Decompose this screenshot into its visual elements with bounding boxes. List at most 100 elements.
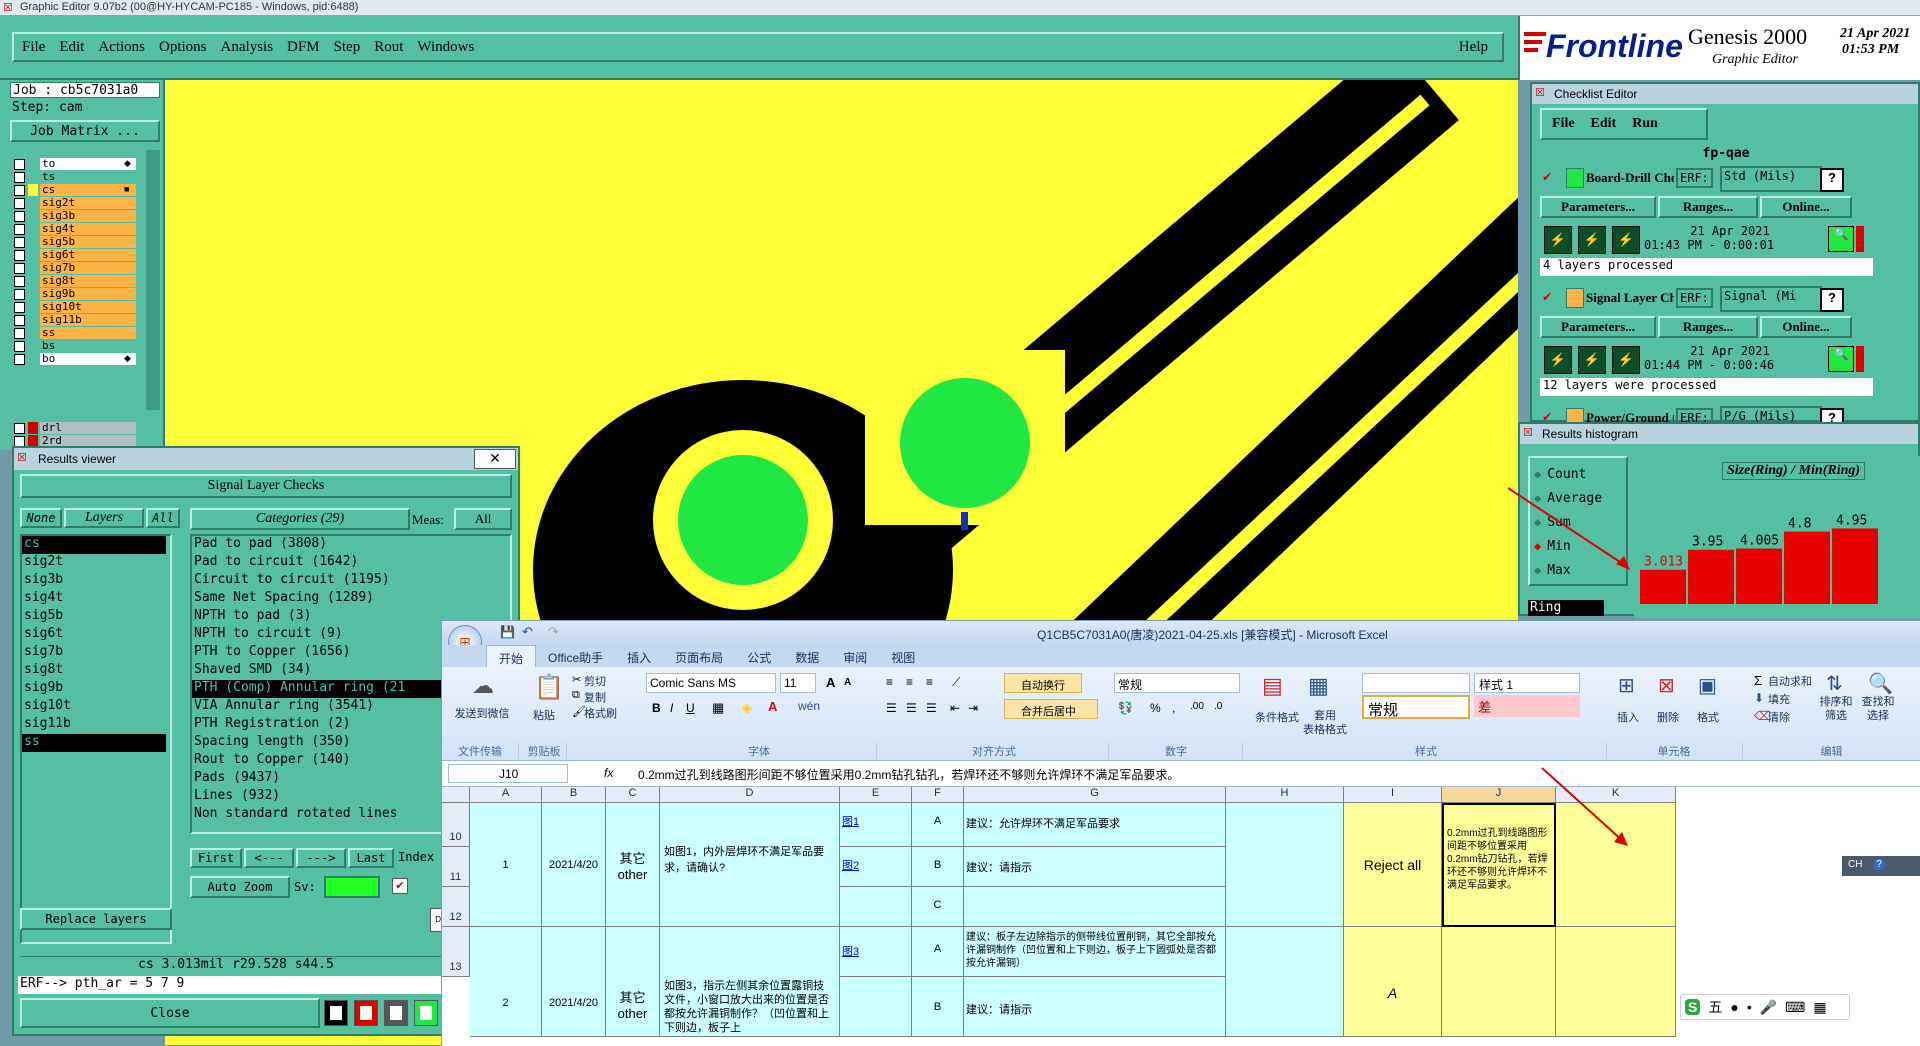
- cell[interactable]: [840, 977, 912, 1037]
- row-header[interactable]: 11: [442, 847, 470, 887]
- result-layer-item[interactable]: sig9b: [22, 680, 166, 698]
- last-button[interactable]: Last: [348, 848, 394, 868]
- row-header[interactable]: 10: [442, 803, 470, 847]
- auto-zoom-select[interactable]: Auto Zoom: [190, 876, 290, 898]
- item-check-icon[interactable]: ✔: [1542, 290, 1552, 304]
- menu-step[interactable]: Step: [334, 39, 361, 56]
- layer-checkbox-icon[interactable]: [14, 159, 25, 170]
- qat-redo-icon[interactable]: ↷: [548, 624, 559, 640]
- histogram-titlebar[interactable]: ☒ Results histogram: [1520, 424, 1918, 444]
- checklist-menu-file[interactable]: File: [1552, 116, 1575, 132]
- menu-file[interactable]: File: [22, 39, 45, 56]
- result-layer-item[interactable]: sig8t: [22, 662, 166, 680]
- layer-row-ss[interactable]: ss: [14, 327, 146, 340]
- select-all-corner[interactable]: [442, 787, 470, 803]
- help-icon[interactable]: ?: [1873, 859, 1885, 870]
- cell-option[interactable]: A: [912, 927, 964, 977]
- cond-format-icon[interactable]: ▤: [1262, 673, 1283, 699]
- cell-desc[interactable]: 如图1，内外层焊环不满足军品要求，请确认?: [660, 803, 840, 927]
- result-layer-item[interactable]: sig10t: [22, 698, 166, 716]
- ge-titlebar[interactable]: ☒ Graphic Editor 9.07b2 (00@HY-HYCAM-PC1…: [0, 0, 1920, 16]
- merge-center-button[interactable]: 合并后居中: [1004, 699, 1098, 719]
- cell[interactable]: [840, 887, 912, 927]
- result-layer-item[interactable]: sig7b: [22, 644, 166, 662]
- table-format-button[interactable]: 套用 表格格式: [1298, 709, 1352, 737]
- replace-layers-button[interactable]: Replace layers: [20, 908, 172, 930]
- layer-row-sig2t[interactable]: sig2t: [14, 197, 146, 210]
- cell-date[interactable]: 2021/4/20: [542, 803, 606, 927]
- qat-undo-icon[interactable]: ↶: [522, 624, 533, 640]
- copy-icon[interactable]: ⧉: [572, 689, 580, 702]
- voice-icon[interactable]: 🎤: [1760, 999, 1777, 1016]
- sogou-icon[interactable]: S: [1685, 999, 1701, 1015]
- ribbon-tab[interactable]: 插入: [615, 645, 663, 667]
- font-select[interactable]: Comic Sans MS: [646, 673, 776, 693]
- cell-no[interactable]: 2: [470, 927, 542, 1037]
- autosum-button[interactable]: 自动求和: [1768, 673, 1812, 689]
- all-button[interactable]: All: [146, 508, 180, 528]
- ribbon-tab[interactable]: 公式: [735, 645, 783, 667]
- copy-button[interactable]: 复制: [584, 689, 606, 705]
- run-action-icon[interactable]: ⚡: [1544, 346, 1572, 374]
- wechat-icon[interactable]: ☁: [472, 673, 494, 699]
- italic-icon[interactable]: I: [670, 701, 673, 715]
- results-tool-icon[interactable]: [384, 1000, 408, 1026]
- parameters-button[interactable]: Parameters...: [1540, 316, 1656, 338]
- ribbon-tab[interactable]: Office助手: [536, 645, 615, 667]
- formula-input[interactable]: 0.2mm过孔到线路图形间距不够位置采用0.2mm钻孔钻孔，若焊环还不够则允许焊…: [634, 764, 1914, 783]
- histogram-bar[interactable]: [1688, 549, 1734, 604]
- paste-button[interactable]: 粘贴: [526, 707, 562, 723]
- cell-type[interactable]: 其它 other: [606, 803, 660, 927]
- ime-toolbar[interactable]: S 五 ● • 🎤 ⌨ ▦: [1680, 994, 1850, 1020]
- layer-scrollbar[interactable]: [146, 150, 160, 410]
- column-header[interactable]: C: [606, 787, 660, 803]
- results-close-icon[interactable]: ✕: [474, 449, 516, 469]
- cell-option[interactable]: A: [912, 803, 964, 847]
- autosum-icon[interactable]: Σ: [1754, 673, 1762, 688]
- results-tool-icon[interactable]: [354, 1000, 378, 1026]
- ribbon-tab[interactable]: 审阅: [831, 645, 879, 667]
- grow-font-icon[interactable]: A: [826, 675, 835, 690]
- cell-option[interactable]: C: [912, 887, 964, 927]
- format-button[interactable]: 格式: [1690, 709, 1726, 725]
- parameters-button[interactable]: Parameters...: [1540, 196, 1656, 218]
- run-action-icon[interactable]: ⚡: [1578, 346, 1606, 374]
- result-category-item[interactable]: Pad to pad (3808): [192, 536, 510, 554]
- menu-options[interactable]: Options: [159, 39, 207, 56]
- histogram-bar[interactable]: [1832, 528, 1878, 604]
- layer-checkbox-icon[interactable]: [14, 263, 25, 274]
- delete-cells-icon[interactable]: ⊠: [1658, 673, 1675, 698]
- percent-icon[interactable]: %: [1150, 701, 1161, 715]
- layer-row-sig7b[interactable]: sig7b: [14, 262, 146, 275]
- results-tool-icon[interactable]: [414, 1000, 438, 1026]
- excel-titlebar[interactable]: ⊞ 💾 ↶ ↷ Q1CB5C7031A0(唐凌)2021-04-25.xls […: [442, 621, 1920, 659]
- keyboard-icon[interactable]: ⌨: [1785, 999, 1805, 1016]
- fill-button[interactable]: 填充: [1768, 691, 1790, 707]
- ribbon-tab[interactable]: 视图: [879, 645, 927, 667]
- column-header[interactable]: A: [470, 787, 542, 803]
- histogram-bar[interactable]: [1784, 531, 1830, 604]
- sort-filter-icon[interactable]: ⇅: [1826, 671, 1843, 696]
- result-layer-item[interactable]: ss: [22, 734, 166, 752]
- checklist-titlebar[interactable]: ☒ Checklist Editor: [1532, 84, 1918, 104]
- layer-row-bo[interactable]: bo ◆: [14, 353, 146, 366]
- item-help-icon[interactable]: ?: [1820, 168, 1844, 192]
- align-center-icon[interactable]: ☰: [906, 701, 917, 715]
- style-1[interactable]: 样式 1: [1474, 673, 1580, 693]
- sv-color-select[interactable]: [324, 876, 380, 898]
- style-normal[interactable]: 常规: [1362, 695, 1470, 719]
- column-header[interactable]: B: [542, 787, 606, 803]
- number-format-select[interactable]: 常规: [1114, 673, 1240, 693]
- shrink-font-icon[interactable]: A: [844, 677, 851, 688]
- outdent-icon[interactable]: ⇥: [968, 701, 978, 715]
- layer-checkbox-icon[interactable]: [14, 250, 25, 261]
- cell-suggestion[interactable]: 建议：允许焊环不满足军品要求: [964, 803, 1226, 847]
- find-select-icon[interactable]: 🔍: [1868, 671, 1893, 696]
- layer-checkbox-icon[interactable]: [14, 302, 25, 313]
- language-indicator[interactable]: CH ?: [1842, 856, 1920, 876]
- layer-row-to[interactable]: to ◆: [14, 158, 146, 171]
- punct-icon[interactable]: ●: [1730, 999, 1738, 1015]
- results-tool-icon[interactable]: [324, 1000, 348, 1026]
- layer-row-drl[interactable]: drl: [14, 422, 146, 435]
- histogram-field[interactable]: Ring: [1528, 600, 1604, 616]
